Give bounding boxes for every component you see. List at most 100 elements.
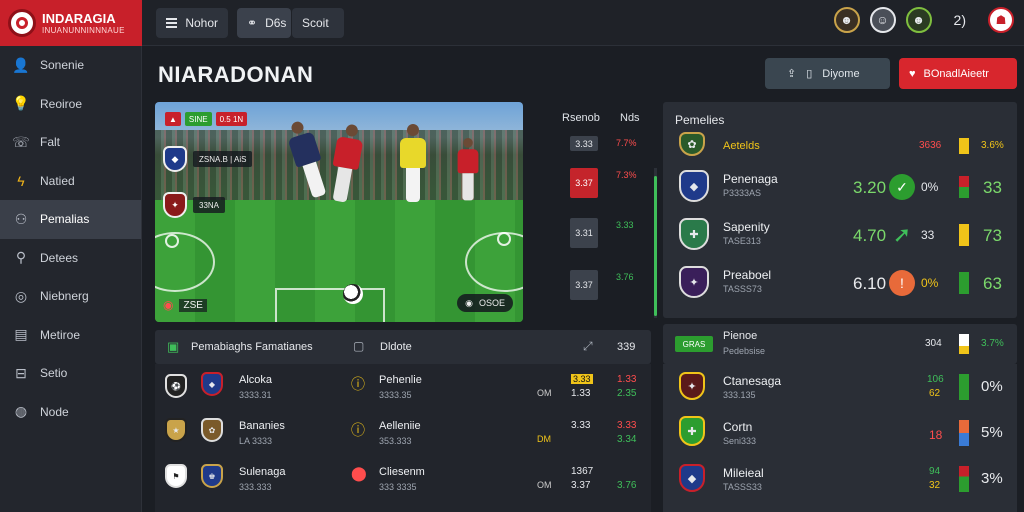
standings-pct: 3.7% (981, 338, 1004, 349)
video-stream-badge[interactable]: ◉ OSOE (457, 294, 513, 312)
play-ring-icon[interactable] (497, 232, 511, 246)
team-odd[interactable]: 73 (983, 226, 1002, 246)
hamburger-icon (166, 18, 178, 28)
tab-2[interactable]: Scoit (292, 8, 344, 38)
sidebar-item-2[interactable]: ☏ Falt (0, 123, 141, 162)
odd-1[interactable]: 3.37 (571, 480, 590, 491)
sidebar-item-1[interactable]: 💡 Reoiroe (0, 85, 141, 124)
odd-2[interactable]: 1.33 (571, 388, 590, 399)
table-row[interactable]: ◆ Mileieal TASSS33 94 32 3% (663, 456, 1017, 501)
sidebar-item-5[interactable]: ⚲ Detees (0, 239, 141, 278)
status-pill[interactable]: GRAS (675, 336, 713, 352)
market-row[interactable]: 3.33 7.7% (570, 136, 650, 172)
tab-2-label: Scoit (302, 16, 329, 30)
team-name[interactable]: Penenaga (723, 172, 778, 186)
market-row[interactable]: 3.37 7.3% (570, 168, 650, 204)
home-sub: LA 3333 (239, 436, 273, 446)
standings-num: 304 (925, 338, 942, 349)
team-sub: Seni333 (723, 436, 757, 446)
stream-badge-label: OSOE (478, 298, 505, 308)
odd-2[interactable]: 3.33 (617, 420, 636, 431)
team-crest-icon: ✿ (679, 132, 705, 156)
share-button[interactable]: ⇪ ▯ Diyome (765, 58, 890, 89)
team-crest-icon: ◆ (163, 146, 187, 172)
notification-count[interactable]: 2) (942, 12, 978, 28)
avatar[interactable]: ☺ (869, 7, 896, 33)
sidebar-item-label: Node (40, 404, 69, 419)
odd-1[interactable]: 3.33 (571, 420, 590, 431)
away-team: Aelleniie (379, 420, 421, 432)
market-value[interactable]: 3.37 (570, 270, 598, 300)
tab-1[interactable]: ⚭ D6s (237, 8, 291, 38)
sidebar-item-7[interactable]: ▤ Metiroe (0, 316, 141, 355)
sidebar-item-label: Falt (40, 135, 61, 150)
stat-b: 62 (929, 388, 941, 399)
team-score: 4.70 (853, 226, 887, 245)
sidebar-item-4[interactable]: ⚇ Pemalias (0, 200, 141, 239)
stat-a: 106 (927, 374, 944, 385)
market-value[interactable]: 3.33 (570, 136, 598, 151)
odd-1[interactable]: 3.33 (571, 374, 593, 384)
odd-3[interactable]: 3.34 (617, 434, 636, 445)
market-row[interactable]: 3.37 3.76 (570, 270, 650, 306)
sidebar-item-3[interactable]: ϟ Natied (0, 162, 141, 201)
avatar[interactable]: ☻ (905, 7, 932, 33)
team-odd[interactable]: 3.6% (981, 140, 1004, 151)
brand-header[interactable]: INDARAGIA INUANUNNINNNAUE (0, 0, 142, 46)
sidebar-item-label: Metiroe (40, 327, 81, 342)
market-value[interactable]: 3.31 (570, 218, 598, 248)
menu-label: Nohor (185, 16, 218, 30)
table-row[interactable]: ✦ Ctanesaga 333.135 106 62 0% (663, 364, 1017, 409)
team-name[interactable]: Sapenity (723, 220, 770, 234)
home-team: Alcoka (239, 374, 273, 386)
sidebar-item-6[interactable]: ◎ Niebnerg (0, 277, 141, 316)
table-row[interactable]: ★ ✿ Bananies LA 3333 ⓘ Aelleniie 353.333… (155, 410, 651, 455)
table-row[interactable]: ⚽ ◆ Alcoka 3333.31 ⓘ Pehenlie 3333.35 OM… (155, 364, 651, 409)
sidebar-item-9[interactable]: ◍ Node (0, 393, 141, 432)
doc-icon: ▯ (806, 68, 813, 80)
odd-2[interactable]: 1367 (571, 466, 593, 477)
team-crest-icon: ✦ (163, 192, 187, 218)
person-icon: 👤 (12, 56, 30, 73)
market-odd[interactable]: 3.33 (616, 220, 634, 230)
hud-bottom-label: ZSE (179, 298, 207, 312)
market-value[interactable]: 3.37 (570, 168, 598, 198)
team-name[interactable]: Aetelds (723, 140, 760, 152)
play-ring-icon[interactable] (165, 234, 179, 248)
market-tag: DM (537, 434, 551, 444)
team-crest-icon: ◆ (679, 170, 709, 202)
sidebar-item-0[interactable]: 👤 Sonenie (0, 46, 141, 85)
team-odd[interactable]: 33 (983, 178, 1002, 198)
primary-action-label: BOnadlAieetr (923, 67, 989, 80)
stat-bar (959, 466, 969, 492)
scrollbar-thumb[interactable] (654, 176, 657, 316)
target-icon: ◎ (14, 287, 28, 304)
link-icon: ⚭ (247, 16, 258, 30)
menu-button[interactable]: Nohor (156, 8, 228, 38)
market-odd[interactable]: 7.3% (616, 170, 637, 180)
market-odd[interactable]: 7.7% (616, 138, 637, 148)
table-row[interactable]: ✚ Cortn Seni333 18 5% (663, 410, 1017, 455)
stat-pct: 5% (981, 424, 1003, 441)
odd-3[interactable]: 3.76 (617, 480, 636, 491)
expand-icon[interactable]: ⤢ (583, 339, 593, 354)
home-team: Sulenaga (239, 466, 286, 478)
users-icon: ⚇ (14, 210, 28, 227)
market-row[interactable]: 3.31 3.33 (570, 218, 650, 254)
home-sub: 333.333 (239, 482, 272, 492)
primary-action-button[interactable]: ♥ BOnadlAieetr (899, 58, 1017, 89)
user-avatar[interactable]: ☗ (988, 7, 1014, 33)
team-bar (959, 224, 969, 246)
match-video[interactable]: ▲ SINE 0.5 1N ◆ ZSNA.B | AiS ✦ 33NA ◉ ZS… (155, 102, 523, 322)
odd-3[interactable]: 2.35 (617, 388, 636, 399)
avatar[interactable]: ☻ (833, 7, 860, 33)
odd-extra[interactable]: 1.33 (617, 374, 636, 385)
sidebar-item-label: Sonenie (40, 58, 85, 73)
team-name[interactable]: Preaboel (723, 268, 771, 282)
stat-pct: 0% (981, 378, 1003, 395)
team-crest-icon: ◆ (201, 372, 223, 396)
market-odd[interactable]: 3.76 (616, 272, 634, 282)
table-row[interactable]: ⚑ ♚ Sulenaga 333.333 ⬤ Cliesenm 333 3335… (155, 456, 651, 501)
team-odd[interactable]: 63 (983, 274, 1002, 294)
sidebar-item-8[interactable]: ⊟ Setio (0, 354, 141, 393)
